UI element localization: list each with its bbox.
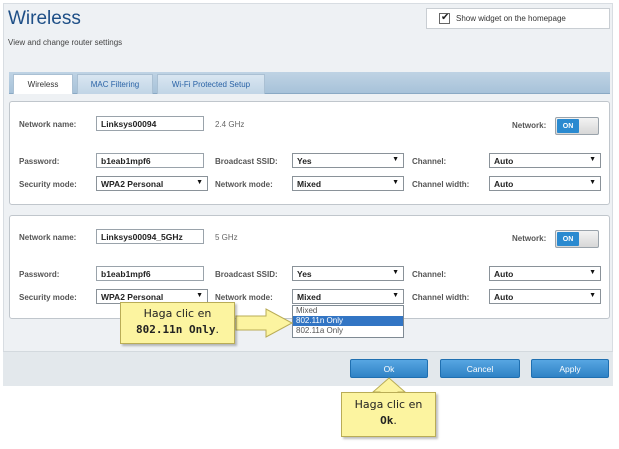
callout-arrows: [235, 308, 407, 406]
callout-ok-line1: Haga clic en: [354, 398, 423, 411]
callout-ok-line2: Ok.: [342, 414, 435, 427]
arrow-right-icon: [235, 308, 294, 338]
callout-mode-line2: 802.11n Only.: [121, 323, 234, 336]
callout-ok: Haga clic en Ok.: [341, 392, 436, 437]
callout-mode-line1: Haga clic en: [143, 307, 212, 320]
callout-ok-option: Ok: [380, 414, 394, 427]
callout-network-mode: Haga clic en 802.11n Only.: [120, 302, 235, 344]
callout-mode-period: .: [215, 323, 219, 336]
callout-mode-option: 802.11n Only: [136, 323, 216, 336]
callout-ok-period: .: [393, 414, 397, 427]
